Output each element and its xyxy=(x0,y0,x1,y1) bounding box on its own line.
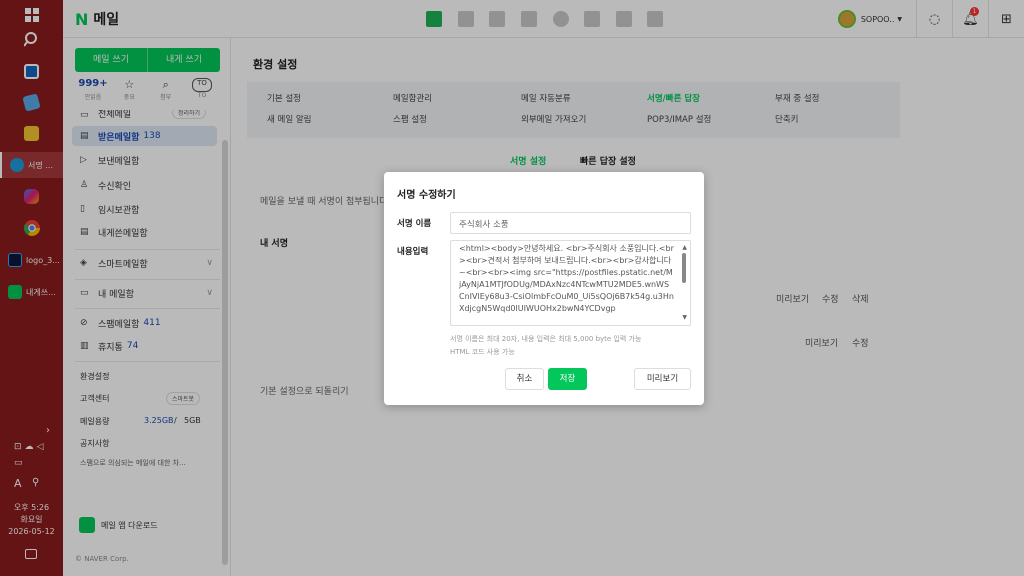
cancel-button[interactable]: 취소 xyxy=(505,368,544,390)
signature-name-input[interactable]: 주식회사 소풍 xyxy=(450,212,691,234)
help-line-1: 서명 이름은 최대 20자, 내용 입력은 최대 5,000 byte 입력 가… xyxy=(450,335,642,343)
textarea-text: <html><body>안녕하세요. <br>주식회사 소풍입니다.<br><b… xyxy=(459,244,674,313)
help-text: 서명 이름은 최대 20자, 내용 입력은 최대 5,000 byte 입력 가… xyxy=(450,333,641,359)
help-line-2: HTML 코드 사용 가능 xyxy=(450,348,515,356)
signature-name-label: 서명 이름 xyxy=(397,219,432,229)
save-button[interactable]: 저장 xyxy=(548,368,587,390)
content-label: 내용입력 xyxy=(397,247,429,257)
signature-content-textarea[interactable]: <html><body>안녕하세요. <br>주식회사 소풍입니다.<br><b… xyxy=(450,240,691,326)
edit-signature-dialog: 서명 수정하기 서명 이름 주식회사 소풍 내용입력 <html><body>안… xyxy=(384,172,704,405)
textarea-scrollbar[interactable] xyxy=(682,253,686,283)
preview-button[interactable]: 미리보기 xyxy=(634,368,691,390)
dialog-title: 서명 수정하기 xyxy=(397,190,456,201)
scroll-down-icon[interactable]: ▼ xyxy=(682,312,687,324)
